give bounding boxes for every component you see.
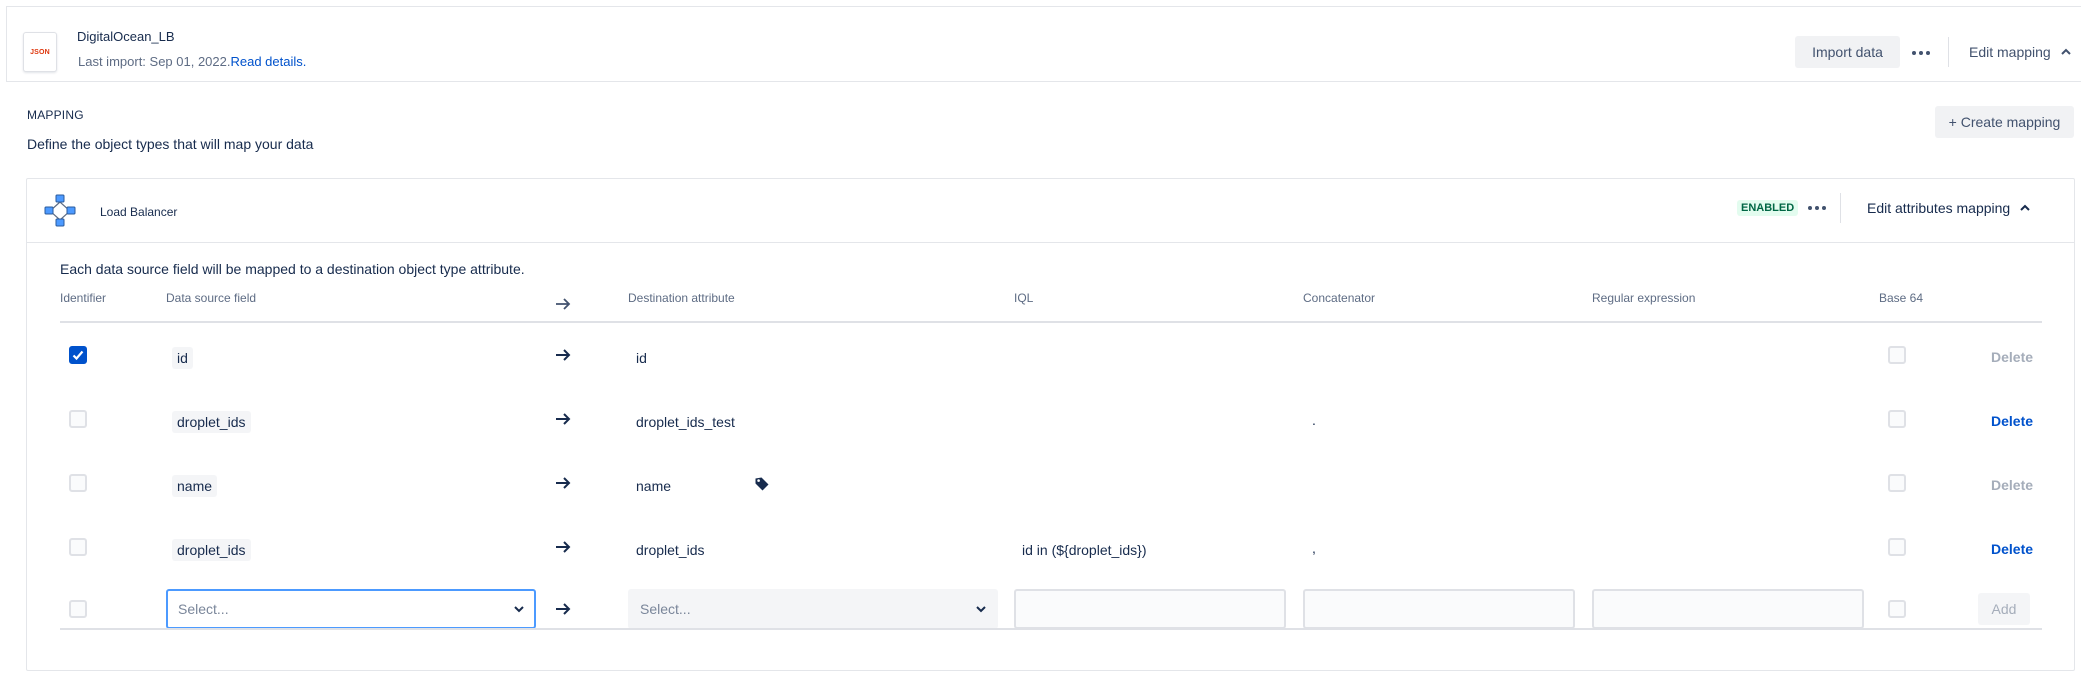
concatenator-value: , [1312, 540, 1316, 556]
column-header-destination: Destination attribute [628, 291, 735, 305]
datasource-name: DigitalOcean_LB [77, 29, 175, 44]
json-badge-label: JSON [30, 48, 50, 56]
source-field-tag: droplet_ids [172, 539, 251, 561]
destination-attribute-select[interactable]: Select... [628, 589, 998, 629]
chevron-down-icon [976, 606, 986, 613]
arrow-right-icon [556, 603, 571, 615]
base64-checkbox[interactable] [1888, 474, 1906, 492]
chevron-up-icon [2020, 204, 2030, 212]
status-badge: ENABLED [1737, 200, 1799, 216]
object-type-title: Load Balancer [100, 205, 178, 219]
edit-mapping-label: Edit mapping [1969, 44, 2051, 60]
json-file-icon: JSON [23, 32, 57, 72]
add-mapping-button[interactable]: Add [1978, 593, 2030, 625]
identifier-checkbox[interactable] [69, 410, 87, 428]
source-select-placeholder: Select... [178, 601, 229, 617]
column-header-concatenator: Concatenator [1303, 291, 1376, 305]
concatenator-input[interactable] [1303, 589, 1575, 629]
edit-attributes-mapping-button[interactable]: Edit attributes mapping [1859, 192, 2038, 224]
iql-input[interactable] [1014, 589, 1286, 629]
import-data-button[interactable]: Import data [1795, 36, 1900, 68]
concatenator-value: . [1312, 412, 1316, 428]
delete-button[interactable]: Delete [1991, 413, 2033, 429]
destination-attribute: id [636, 350, 647, 366]
table-bottom-divider [60, 628, 2042, 630]
edit-attributes-label: Edit attributes mapping [1867, 200, 2011, 216]
table-row: droplet_ids droplet_ids id in (${droplet… [27, 522, 2074, 582]
arrow-right-icon [556, 349, 571, 361]
identifier-checkbox[interactable] [69, 600, 87, 618]
checkmark-icon [72, 350, 84, 361]
base64-checkbox[interactable] [1888, 346, 1906, 364]
identifier-checkbox[interactable] [69, 538, 87, 556]
destination-select-placeholder: Select... [640, 601, 691, 617]
delete-button[interactable]: Delete [1991, 349, 2033, 365]
tag-icon [755, 477, 769, 491]
datasource-header: JSON DigitalOcean_LB Last import: Sep 01… [6, 6, 2081, 82]
load-balancer-icon [44, 194, 76, 227]
column-header-source: Data source field [166, 291, 257, 305]
source-field-tag: name [172, 475, 218, 497]
table-row: id id Delete [27, 330, 2074, 390]
source-field-tag: droplet_ids [172, 411, 251, 433]
regex-input[interactable] [1592, 589, 1864, 629]
column-header-base64: Base 64 [1879, 291, 1924, 305]
destination-attribute: name [636, 478, 672, 494]
arrow-right-icon [556, 541, 571, 553]
column-header-iql: IQL [1014, 291, 1034, 305]
more-dots-icon[interactable] [1807, 198, 1827, 218]
edit-mapping-button[interactable]: Edit mapping [1961, 36, 2079, 68]
source-field-select[interactable]: Select... [166, 589, 536, 629]
iql-value: id in (${droplet_ids}) [1022, 542, 1147, 558]
column-header-identifier: Identifier [60, 291, 107, 305]
table-row: name name Delete [27, 458, 2074, 518]
last-import-text: Last import: Sep 01, 2022. [78, 54, 231, 69]
create-mapping-button[interactable]: + Create mapping [1935, 106, 2074, 138]
base64-checkbox[interactable] [1888, 538, 1906, 556]
chevron-down-icon [514, 606, 524, 613]
base64-checkbox[interactable] [1888, 600, 1906, 618]
table-row: droplet_ids droplet_ids_test . Delete [27, 394, 2074, 454]
arrow-right-icon [556, 413, 571, 425]
arrow-right-icon [556, 298, 571, 310]
last-import-info: Last import: Sep 01, 2022.Read details. [78, 54, 306, 69]
delete-button[interactable]: Delete [1991, 541, 2033, 557]
object-type-mapping-card: Load Balancer ENABLED Edit attributes ma… [26, 178, 2075, 671]
new-mapping-row: Select... Select... Add [27, 582, 2074, 642]
mapping-section-description: Define the object types that will map yo… [27, 136, 314, 152]
divider [1948, 37, 1949, 67]
column-header-regex: Regular expression [1592, 291, 1696, 305]
destination-attribute: droplet_ids_test [636, 414, 735, 430]
mapping-card-header: Load Balancer ENABLED Edit attributes ma… [27, 179, 2074, 243]
more-dots-icon[interactable] [1911, 43, 1931, 63]
arrow-right-icon [556, 477, 571, 489]
delete-button[interactable]: Delete [1991, 477, 2033, 493]
chevron-up-icon [2061, 48, 2071, 56]
mapping-section-title: MAPPING [27, 108, 84, 122]
table-intro-text: Each data source field will be mapped to… [60, 261, 525, 277]
divider [1840, 193, 1841, 223]
identifier-checkbox[interactable] [69, 346, 87, 364]
base64-checkbox[interactable] [1888, 410, 1906, 428]
identifier-checkbox[interactable] [69, 474, 87, 492]
destination-attribute: droplet_ids [636, 542, 705, 558]
read-details-link[interactable]: Read details. [230, 54, 306, 69]
table-header-divider [60, 321, 2042, 323]
source-field-tag: id [172, 347, 193, 369]
